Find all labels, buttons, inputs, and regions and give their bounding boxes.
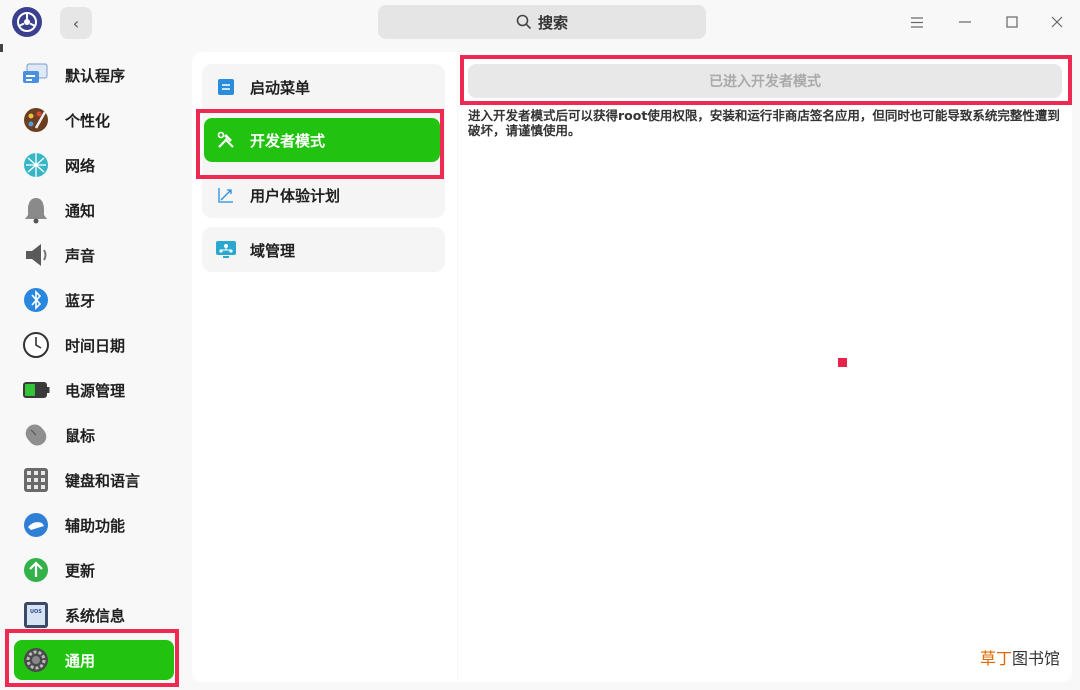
search-input[interactable]: 搜索 [378, 5, 706, 39]
minimize-button[interactable] [953, 10, 977, 34]
sidebar-item-label: 鼠标 [65, 426, 96, 445]
back-button[interactable]: ‹ [60, 7, 92, 39]
sidebar-item-label: 辅助功能 [65, 516, 126, 535]
sidebar-item-label: 个性化 [65, 111, 111, 130]
sidebar-item-label: 通知 [65, 201, 96, 220]
sidebar-item-sound[interactable]: 声音 [14, 235, 174, 275]
sidebar-item-network[interactable]: 网络 [14, 145, 174, 185]
sidebar-item-label: 时间日期 [65, 336, 126, 355]
keyboard-icon [22, 466, 50, 494]
hamburger-icon [911, 16, 923, 28]
default-apps-icon [22, 61, 50, 89]
sidebar-item-bluetooth[interactable]: 蓝牙 [14, 280, 174, 320]
boot-menu-icon [216, 77, 236, 97]
notification-bell-icon [22, 196, 50, 224]
control-center-logo-icon [12, 7, 42, 37]
submenu-item-label: 用户体验计划 [250, 186, 341, 205]
user-experience-icon [216, 185, 236, 205]
mouse-icon [22, 421, 50, 449]
highlight-frame-general [5, 629, 179, 687]
red-marker [838, 358, 847, 367]
clock-icon [22, 331, 50, 359]
highlight-frame-developer-button [460, 55, 1072, 105]
developer-mode-description: 进入开发者模式后可以获得root使用权限，安装和运行非商店签名应用，但同时也可能… [468, 108, 1060, 138]
submenu-item-boot-menu[interactable]: 启动菜单 [204, 65, 444, 109]
minimize-icon [959, 21, 971, 23]
speaker-icon [22, 241, 50, 269]
settings-sidebar: 默认程序 个性化 网络 通知 声音 蓝牙 时间日期 电源管理 鼠标 键盘和语言 … [0, 52, 183, 690]
sidebar-item-label: 声音 [65, 246, 96, 265]
title-bar: ‹ 搜索 [0, 0, 1080, 44]
sidebar-item-label: 系统信息 [65, 606, 126, 625]
update-arrow-icon [22, 556, 50, 584]
domain-management-icon [216, 240, 236, 260]
bluetooth-icon [22, 286, 50, 314]
submenu-item-label: 启动菜单 [250, 78, 311, 97]
menu-button[interactable] [905, 10, 929, 34]
sidebar-item-mouse[interactable]: 鼠标 [14, 415, 174, 455]
chevron-left-icon: ‹ [72, 13, 80, 33]
sidebar-item-label: 蓝牙 [65, 291, 96, 310]
network-icon [22, 151, 50, 179]
sidebar-item-label: 网络 [65, 156, 96, 175]
sidebar-item-update[interactable]: 更新 [14, 550, 174, 590]
sidebar-item-label: 默认程序 [65, 66, 126, 85]
sidebar-item-default-apps[interactable]: 默认程序 [14, 55, 174, 95]
maximize-icon [1006, 16, 1018, 28]
watermark-part2: 图书馆 [1012, 649, 1061, 668]
maximize-button[interactable] [1000, 10, 1024, 34]
sidebar-item-notifications[interactable]: 通知 [14, 190, 174, 230]
battery-icon [22, 376, 50, 404]
sidebar-item-label: 电源管理 [65, 381, 126, 400]
svg-text:UOS: UOS [30, 609, 42, 615]
sidebar-item-label: 更新 [65, 561, 96, 580]
developer-mode-content: 已进入开发者模式 进入开发者模式后可以获得root使用权限，安装和运行非商店签名… [458, 52, 1072, 682]
personalization-icon [22, 106, 50, 134]
sidebar-item-datetime[interactable]: 时间日期 [14, 325, 174, 365]
search-icon [516, 14, 532, 30]
sidebar-item-label: 键盘和语言 [65, 471, 141, 490]
highlight-frame-developer-mode [196, 109, 444, 179]
close-icon [1051, 16, 1063, 28]
submenu-item-label: 域管理 [250, 241, 296, 260]
system-info-icon: UOS [22, 601, 50, 629]
watermark: 草丁图书馆 [980, 645, 1060, 669]
close-button[interactable] [1045, 10, 1069, 34]
sidebar-item-accessibility[interactable]: 辅助功能 [14, 505, 174, 545]
search-placeholder: 搜索 [537, 13, 568, 32]
sidebar-item-power[interactable]: 电源管理 [14, 370, 174, 410]
accessibility-icon [22, 511, 50, 539]
watermark-part1: 草丁 [980, 649, 1013, 668]
submenu-item-domain-management[interactable]: 域管理 [204, 228, 444, 272]
sidebar-item-personalization[interactable]: 个性化 [14, 100, 174, 140]
submenu-item-user-experience[interactable]: 用户体验计划 [204, 173, 444, 217]
sidebar-item-keyboard-language[interactable]: 键盘和语言 [14, 460, 174, 500]
